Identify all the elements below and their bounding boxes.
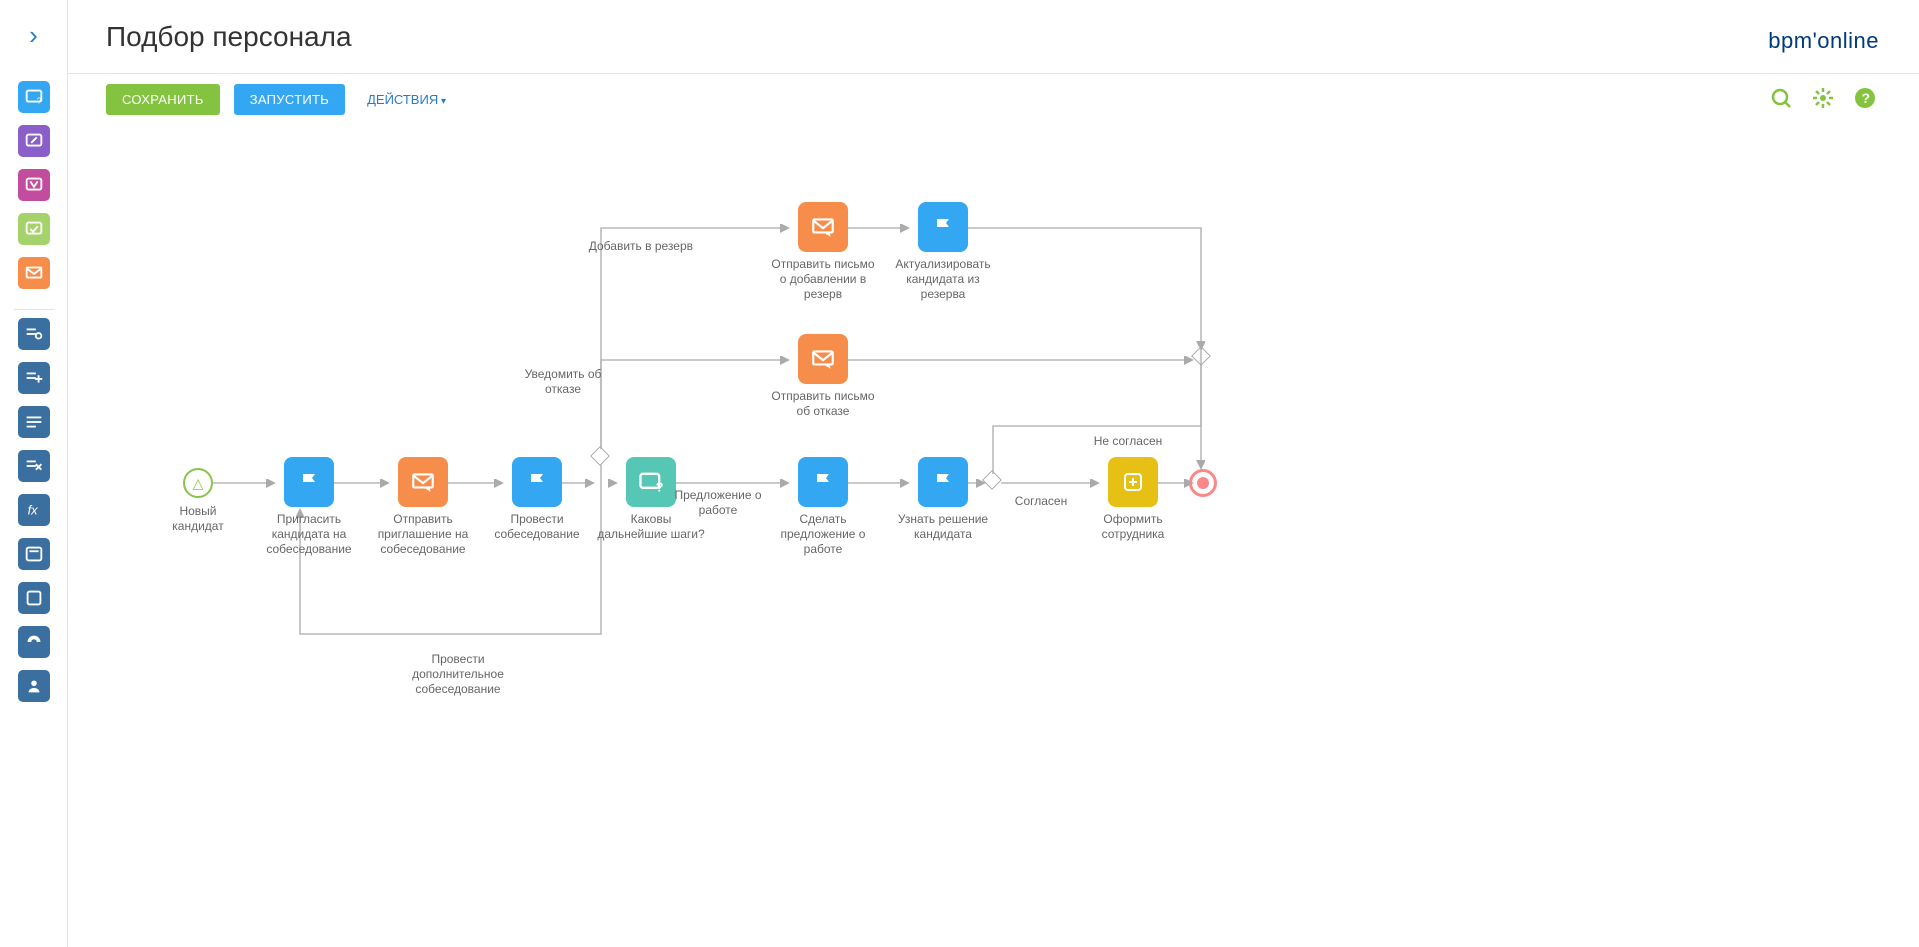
flow-label-extra-interview: Провести дополнительное собеседование [388, 652, 528, 697]
tool-user[interactable] [18, 670, 50, 702]
save-button[interactable]: СОХРАНИТЬ [106, 84, 220, 115]
svg-text:?: ? [36, 96, 41, 105]
svg-text:?: ? [1862, 90, 1871, 106]
flow-label-disagree: Не согласен [1083, 434, 1173, 449]
flow-label-add-reserve: Добавить в резерв [573, 239, 693, 254]
tool-formula[interactable]: fx [18, 494, 50, 526]
help-icon[interactable]: ? [1851, 84, 1879, 112]
actionbar: СОХРАНИТЬ ЗАПУСТИТЬ ДЕЙСТВИЯ [68, 74, 1919, 124]
tool-question[interactable]: ? [18, 81, 50, 113]
tool-sheet[interactable] [18, 582, 50, 614]
run-button[interactable]: ЗАПУСТИТЬ [234, 84, 345, 115]
task-get-decision[interactable]: Узнать решение кандидата [888, 457, 998, 542]
gear-icon[interactable] [1809, 84, 1837, 112]
sidebar-separator [14, 309, 54, 310]
brand-logo: bpm'online [1768, 28, 1879, 54]
task-hire[interactable]: Оформить сотрудника [1078, 457, 1188, 542]
task-update-reserve[interactable]: Актуализировать кандидата из резерва [888, 202, 998, 302]
tool-link[interactable] [18, 626, 50, 658]
search-icon[interactable] [1767, 84, 1795, 112]
tool-delete[interactable] [18, 450, 50, 482]
sidebar: › ? fx [0, 0, 68, 947]
sidebar-expand-icon[interactable]: › [29, 20, 38, 51]
end-event[interactable] [1188, 469, 1218, 497]
process-canvas[interactable]: △ Новый кандидат Пригласить кандидата на… [68, 124, 1919, 947]
tool-approve[interactable] [18, 213, 50, 245]
flow-label-notify-deny: Уведомить об отказе [518, 367, 608, 397]
actions-dropdown[interactable]: ДЕЙСТВИЯ [367, 92, 446, 107]
topbar: Подбор персонала [68, 0, 1919, 74]
page-title: Подбор персонала [106, 21, 352, 53]
tool-add-record[interactable] [18, 362, 50, 394]
tool-list[interactable] [18, 406, 50, 438]
start-event[interactable]: △ Новый кандидат [168, 468, 228, 534]
flow-label-agree: Согласен [1006, 494, 1076, 509]
tool-find-record[interactable] [18, 318, 50, 350]
task-mail-reject[interactable]: Отправить письмо об отказе [768, 334, 878, 419]
task-make-offer[interactable]: Сделать предложение о работе [768, 457, 878, 557]
tool-mail[interactable] [18, 257, 50, 289]
task-interview[interactable]: Провести собеседование [482, 457, 592, 542]
tool-auto[interactable] [18, 169, 50, 201]
tool-edit[interactable] [18, 125, 50, 157]
task-send-invitation[interactable]: Отправить приглашение на собеседование [368, 457, 478, 557]
gateway-merge[interactable] [1191, 346, 1211, 366]
flow-label-offer: Предложение о работе [663, 488, 773, 518]
right-icons: ? [1767, 84, 1879, 112]
task-mail-reserve[interactable]: Отправить письмо о добавлении в резерв [768, 202, 878, 302]
tool-calc[interactable] [18, 538, 50, 570]
svg-text:fx: fx [27, 503, 38, 518]
task-invite[interactable]: Пригласить кандидата на собеседование [254, 457, 364, 557]
